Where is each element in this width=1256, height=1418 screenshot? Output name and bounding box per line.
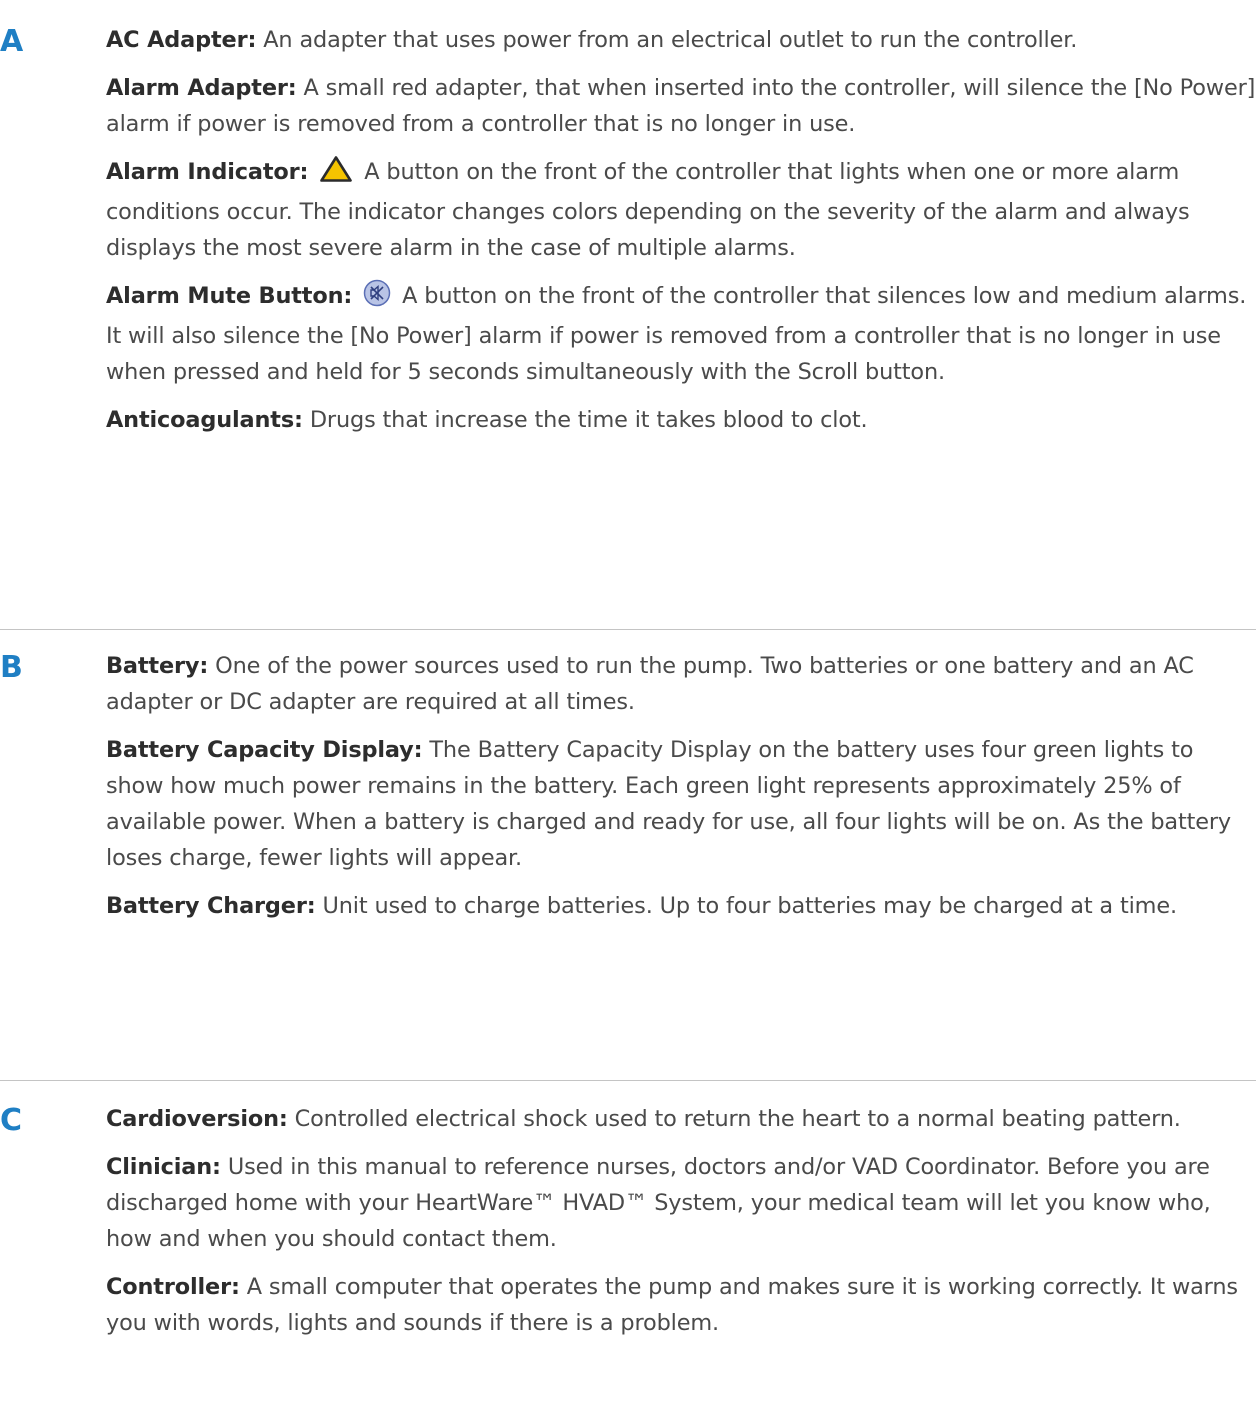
warning-triangle-icon xyxy=(319,155,353,194)
section-divider xyxy=(0,1080,1256,1081)
entry-term: AC Adapter: xyxy=(106,27,257,53)
section-divider xyxy=(0,629,1256,630)
entry-definition: Controlled electrical shock used to retu… xyxy=(294,1106,1181,1132)
entry-definition: Used in this manual to reference nurses,… xyxy=(106,1154,1211,1252)
glossary-entry: Alarm Adapter: A small red adapter, that… xyxy=(106,70,1256,142)
entry-definition: A small computer that operates the pump … xyxy=(106,1274,1238,1336)
glossary-entry: Clinician: Used in this manual to refere… xyxy=(106,1149,1256,1257)
entry-list: AC Adapter: An adapter that uses power f… xyxy=(106,22,1256,450)
entry-definition: Drugs that increase the time it takes bl… xyxy=(309,407,868,433)
entry-term: Anticoagulants: xyxy=(106,407,303,433)
section-letter: C xyxy=(0,1103,23,1138)
entry-term: Alarm Mute Button: xyxy=(106,283,353,309)
entry-list: Cardioversion: Controlled electrical sho… xyxy=(106,1101,1256,1353)
entry-term: Clinician: xyxy=(106,1154,221,1180)
glossary-entry: Battery: One of the power sources used t… xyxy=(106,648,1256,720)
glossary-entry: Alarm Mute Button: A button on the front… xyxy=(106,278,1256,390)
entry-definition: One of the power sources used to run the… xyxy=(106,653,1194,715)
glossary-entry: Battery Capacity Display: The Battery Ca… xyxy=(106,732,1256,876)
glossary-entry: Anticoagulants: Drugs that increase the … xyxy=(106,402,1256,438)
glossary-entry: Controller: A small computer that operat… xyxy=(106,1269,1256,1341)
section-letter: B xyxy=(0,650,23,685)
glossary-entry: Cardioversion: Controlled electrical sho… xyxy=(106,1101,1256,1137)
entry-term: Alarm Indicator: xyxy=(106,159,309,185)
alarm-mute-icon xyxy=(363,279,391,318)
glossary-entry: Battery Charger: Unit used to charge bat… xyxy=(106,888,1256,924)
entry-term: Alarm Adapter: xyxy=(106,75,297,101)
section-letter: A xyxy=(0,24,24,59)
glossary-entry: Alarm Indicator: A button on the front o… xyxy=(106,154,1256,266)
entry-definition: An adapter that uses power from an elect… xyxy=(263,27,1078,53)
glossary-entry: AC Adapter: An adapter that uses power f… xyxy=(106,22,1256,58)
entry-list: Battery: One of the power sources used t… xyxy=(106,648,1256,936)
entry-term: Cardioversion: xyxy=(106,1106,288,1132)
entry-term: Battery: xyxy=(106,653,209,679)
entry-term: Controller: xyxy=(106,1274,240,1300)
entry-term: Battery Capacity Display: xyxy=(106,737,423,763)
entry-term: Battery Charger: xyxy=(106,893,316,919)
entry-definition: Unit used to charge batteries. Up to fou… xyxy=(322,893,1178,919)
